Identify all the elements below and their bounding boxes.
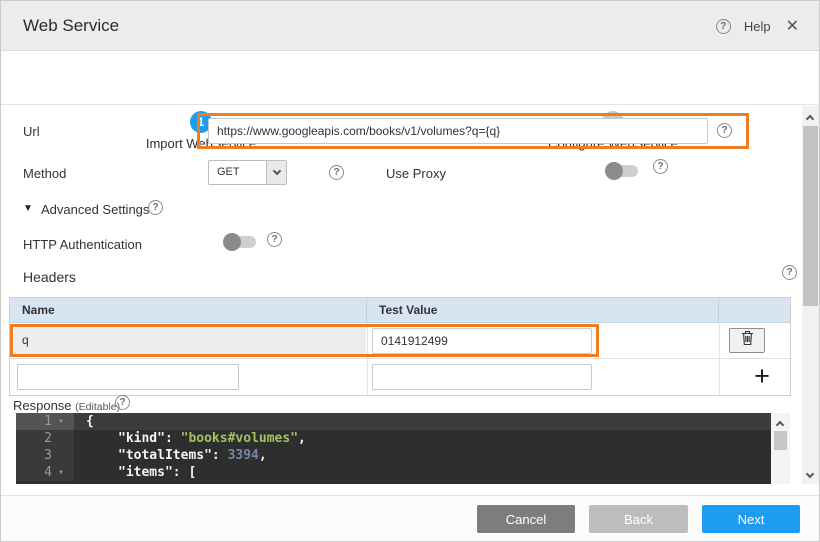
method-selected-value: GET [209, 161, 266, 184]
http-auth-help-icon[interactable]: ? [267, 232, 282, 247]
response-label: Response (Editable) [13, 398, 120, 413]
method-select[interactable]: GET [208, 160, 287, 185]
delete-header-button[interactable] [729, 328, 765, 353]
code-line: 2 "kind": "books#volumes", [16, 430, 771, 447]
add-header-button[interactable]: + [742, 359, 782, 395]
cancel-button[interactable]: Cancel [477, 505, 575, 533]
headers-help-icon[interactable]: ? [782, 265, 797, 280]
response-editable-tag: (Editable) [75, 401, 120, 413]
http-auth-label: HTTP Authentication [23, 237, 142, 252]
use-proxy-toggle[interactable] [605, 162, 639, 180]
content-scrollbar-thumb[interactable] [803, 126, 818, 306]
response-code-editor[interactable]: 1 ▾ { 2 "kind": "books#volumes", 3 "tota… [16, 413, 771, 484]
scroll-up-icon[interactable] [806, 115, 814, 123]
http-auth-toggle[interactable] [223, 233, 257, 251]
new-header-name-input[interactable] [17, 364, 239, 390]
web-service-dialog: Web Service ? Help ✕ 1 2 Import WebServi… [0, 0, 820, 542]
headers-section-title: Headers [23, 269, 76, 285]
advanced-settings-help-icon[interactable]: ? [148, 200, 163, 215]
response-help-icon[interactable]: ? [115, 395, 130, 410]
method-help-icon[interactable]: ? [329, 165, 344, 180]
code-line: 1 ▾ { [16, 413, 771, 430]
wizard-stepper: 1 2 Import WebService Configure WebServi… [1, 51, 819, 105]
url-label: Url [23, 124, 40, 139]
header-row-1: q [10, 323, 790, 359]
header-row-new: + [10, 359, 790, 395]
content-scrollbar[interactable] [802, 106, 819, 484]
advanced-settings-label[interactable]: Advanced Settings [41, 202, 149, 217]
url-input[interactable] [208, 118, 708, 144]
fold-caret-icon[interactable]: ▾ [52, 413, 70, 430]
editor-scrollbar-thumb[interactable] [774, 431, 787, 450]
titlebar: Web Service ? Help ✕ [1, 1, 819, 51]
scroll-down-icon[interactable] [806, 470, 814, 478]
next-button[interactable]: Next [702, 505, 800, 533]
help-icon[interactable]: ? [716, 19, 731, 34]
headers-table-header: Name Test Value [10, 298, 790, 323]
header-row-highlight-box [10, 324, 599, 357]
use-proxy-label: Use Proxy [386, 166, 446, 181]
back-button[interactable]: Back [589, 505, 688, 533]
new-header-test-value-input[interactable] [372, 364, 592, 390]
method-label: Method [23, 166, 66, 181]
help-link[interactable]: Help [744, 19, 771, 34]
footer: Cancel Back Next [1, 495, 819, 542]
advanced-settings-caret-icon[interactable]: ▼ [23, 203, 33, 214]
column-header-test-value: Test Value [367, 298, 719, 322]
editor-scrollbar[interactable] [771, 413, 790, 484]
select-chevron-down-icon [266, 161, 286, 184]
dialog-title: Web Service [23, 1, 119, 51]
code-line: 3 "totalItems": 3394, [16, 447, 771, 464]
fold-caret-icon[interactable]: ▾ [52, 464, 70, 481]
trash-icon [741, 330, 754, 351]
editor-scroll-up-icon[interactable] [776, 421, 784, 429]
url-help-icon[interactable]: ? [717, 123, 732, 138]
headers-table: Name Test Value q + [9, 297, 791, 396]
column-header-name: Name [10, 298, 367, 322]
code-line: 4 ▾ "items": [ [16, 464, 771, 481]
use-proxy-help-icon[interactable]: ? [653, 159, 668, 174]
close-icon[interactable]: ✕ [784, 16, 801, 36]
